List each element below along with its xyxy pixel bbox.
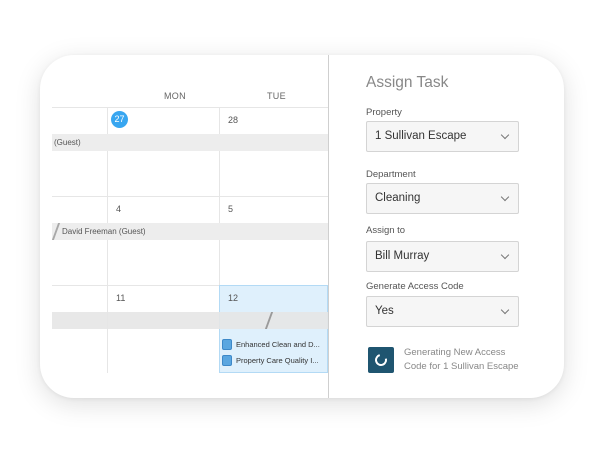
panel-title: Assign Task (366, 74, 449, 91)
access-code-value: Yes (375, 305, 394, 317)
date-label[interactable]: 28 (228, 115, 238, 125)
assign-task-panel: Assign Task Property 1 Sullivan Escape D… (329, 55, 564, 398)
assign-to-select[interactable]: Bill Murray (366, 241, 519, 272)
access-code-select[interactable]: Yes (366, 296, 519, 327)
reservation-band[interactable] (52, 312, 328, 329)
reservation-band[interactable]: (Guest) (52, 134, 328, 151)
chevron-down-icon (500, 192, 510, 202)
sync-icon (368, 347, 394, 373)
access-code-status: Generating New Access Code for 1 Sulliva… (404, 346, 554, 374)
property-select[interactable]: 1 Sullivan Escape (366, 121, 519, 152)
date-today[interactable]: 27 (111, 111, 128, 128)
event-label: Property Care Quality I... (236, 356, 319, 365)
access-code-label: Generate Access Code (366, 281, 464, 292)
task-icon (222, 339, 232, 350)
chevron-down-icon (500, 305, 510, 315)
date-label[interactable]: 5 (228, 204, 233, 214)
assign-to-label: Assign to (366, 225, 406, 236)
department-value: Cleaning (375, 192, 421, 204)
reservation-start-marker (52, 223, 61, 240)
assign-task-card: MON TUE 27 28 (Guest) 4 5 David Freeman … (40, 55, 564, 398)
department-select[interactable]: Cleaning (366, 183, 519, 214)
task-icon (222, 355, 232, 366)
event-label: Enhanced Clean and D... (236, 340, 320, 349)
property-label: Property (366, 107, 402, 118)
chevron-down-icon (500, 250, 510, 260)
date-label[interactable]: 11 (116, 293, 125, 303)
day-header-tue: TUE (267, 91, 286, 101)
reservation-label: David Freeman (Guest) (62, 227, 146, 236)
property-value: 1 Sullivan Escape (375, 130, 467, 142)
day-header-mon: MON (164, 91, 186, 101)
grid-line (52, 196, 328, 197)
reservation-end-marker (264, 312, 274, 329)
grid-line (52, 107, 328, 108)
event-item[interactable]: Property Care Quality I... (222, 354, 319, 367)
assign-to-value: Bill Murray (375, 250, 430, 262)
date-label[interactable]: 4 (116, 204, 121, 214)
status-line-2: Code for 1 Sullivan Escape (404, 361, 519, 372)
reservation-band[interactable]: David Freeman (Guest) (52, 223, 328, 240)
reservation-label: (Guest) (54, 138, 81, 147)
status-line-1: Generating New Access (404, 347, 506, 358)
calendar: MON TUE 27 28 (Guest) 4 5 David Freeman … (52, 55, 328, 398)
date-label[interactable]: 12 (228, 293, 238, 303)
department-label: Department (366, 169, 416, 180)
chevron-down-icon (500, 130, 510, 140)
event-item[interactable]: Enhanced Clean and D... (222, 338, 320, 351)
